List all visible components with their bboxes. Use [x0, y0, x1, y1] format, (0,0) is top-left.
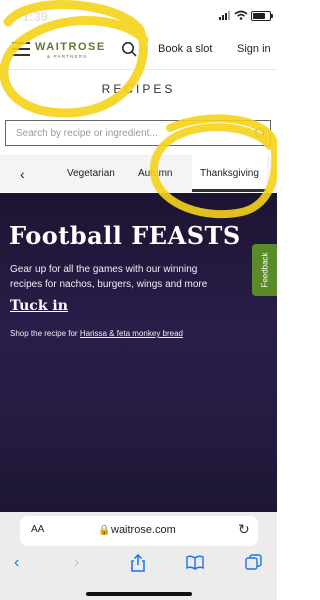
wifi-icon: [234, 10, 248, 20]
share-icon[interactable]: [130, 554, 146, 572]
cellular-signal-icon: [219, 11, 230, 20]
tab-vegetarian[interactable]: Vegetarian: [67, 168, 115, 179]
search-icon[interactable]: [121, 41, 137, 57]
hero-description: Gear up for all the games with our winni…: [10, 264, 208, 290]
home-indicator: [86, 592, 192, 596]
bookmarks-icon[interactable]: [186, 555, 204, 570]
search-submit-icon[interactable]: [254, 127, 267, 140]
shop-recipe-link[interactable]: Harissa & feta monkey bread: [80, 329, 183, 338]
back-chevron-icon[interactable]: ‹: [14, 554, 19, 572]
sign-in-link[interactable]: Sign in: [237, 43, 271, 55]
book-slot-link[interactable]: Book a slot: [158, 43, 212, 55]
hero-title: Football FEASTS: [9, 221, 241, 250]
tab-autumn[interactable]: Autumn: [138, 168, 172, 179]
recipe-category-tabs: ‹ Vegetarian Autumn Thanksgiving: [0, 155, 277, 192]
reload-icon[interactable]: ↻: [238, 521, 250, 538]
header-divider: [0, 69, 277, 70]
recipe-search-input[interactable]: Search by recipe or ingredient...: [5, 120, 271, 146]
page-title: RECIPES: [101, 82, 176, 96]
tuck-in-link[interactable]: Tuck in: [10, 298, 68, 314]
lock-icon: 🔒: [98, 525, 111, 536]
shop-recipe-line: Shop the recipe for Harissa & feta monke…: [10, 329, 183, 338]
tabs-icon[interactable]: [245, 554, 262, 571]
text-size-button[interactable]: AA: [31, 524, 44, 535]
forward-chevron-icon[interactable]: ›: [74, 554, 79, 572]
tabs-prev-chevron-icon[interactable]: ‹: [20, 166, 25, 182]
search-placeholder: Search by recipe or ingredient...: [16, 128, 158, 139]
shop-recipe-prefix: Shop the recipe for: [10, 329, 78, 338]
waitrose-logo[interactable]: WAITROSE & PARTNERS: [35, 41, 105, 59]
status-time: 1:39: [22, 9, 49, 24]
feedback-label: Feedback: [260, 252, 269, 288]
hamburger-menu-icon[interactable]: [12, 42, 30, 56]
feedback-tab[interactable]: Feedback: [252, 244, 277, 296]
tab-thanksgiving[interactable]: Thanksgiving: [200, 168, 259, 179]
battery-icon: [251, 11, 273, 21]
url-text[interactable]: waitrose.com: [111, 524, 176, 536]
